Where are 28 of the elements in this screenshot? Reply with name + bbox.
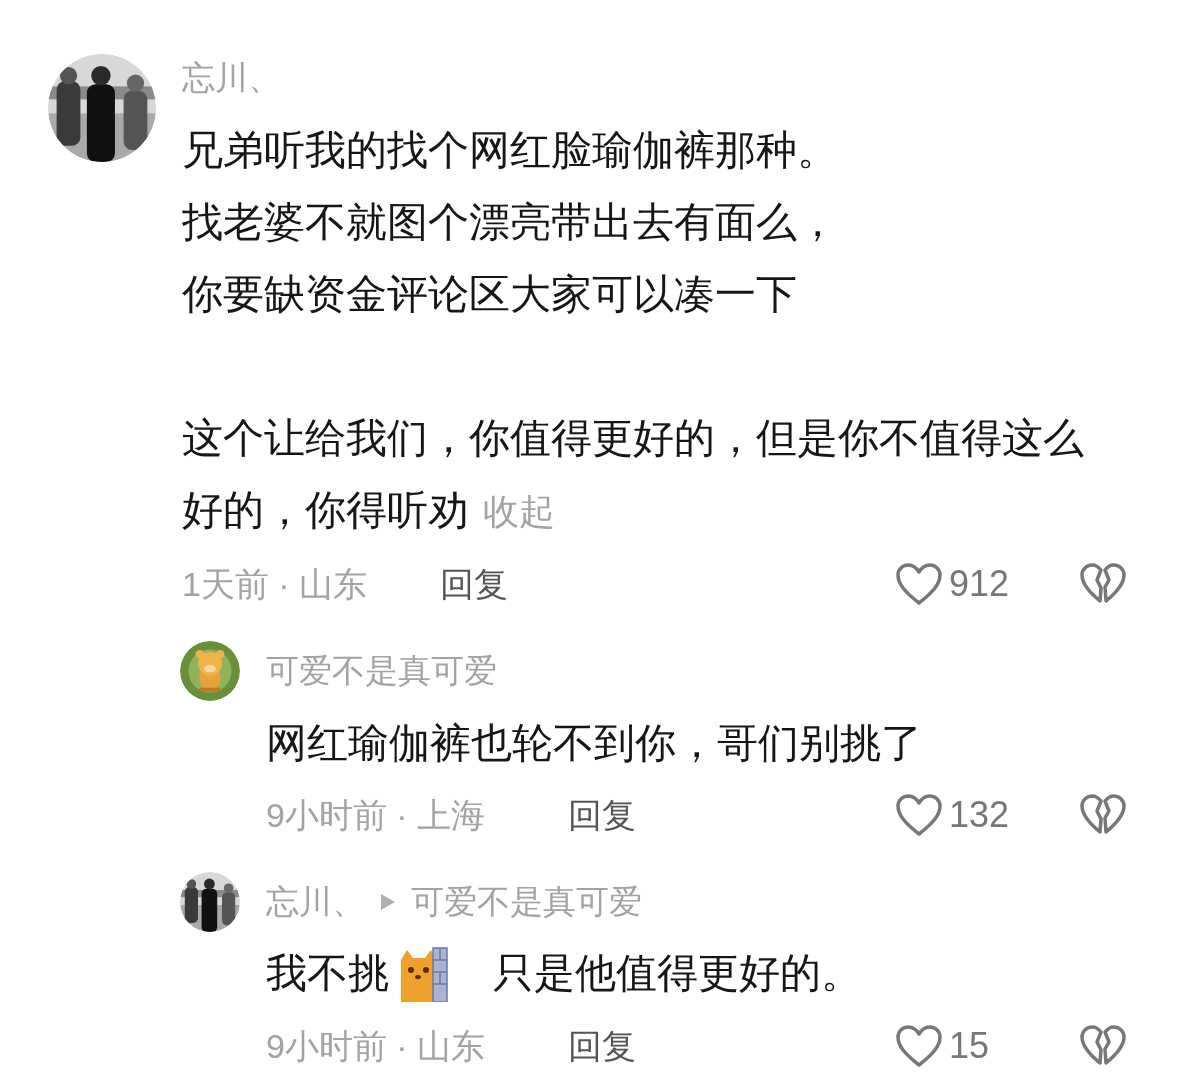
dislike-icon[interactable] (1079, 562, 1127, 606)
username[interactable]: 忘川、 (266, 877, 365, 927)
username[interactable]: 可爱不是真可爱 (266, 646, 497, 696)
comment-text: 我不挑 (266, 949, 389, 999)
like-count: 912 (949, 562, 1011, 606)
comment-text: 你要缺资金评论区大家可以凑一下 (182, 270, 798, 319)
collapse-link[interactable]: 收起 (483, 491, 555, 532)
comment-text: 网红瑜伽裤也轮不到你，哥们别挑了 (266, 719, 923, 768)
comment-text: 这个让给我们，你值得更好的，但是你不值得这么好的，你得听劝 收起 (182, 414, 1085, 535)
reply-button[interactable]: 回复 (568, 789, 636, 841)
comment-text: 只是他值得更好的。 (493, 949, 862, 999)
time-location: 1天前 · 山东 (182, 563, 369, 605)
reply-button[interactable]: 回复 (440, 558, 508, 610)
comment-text: 找老婆不就图个漂亮带出去有面么， (182, 198, 839, 247)
reply-to-username[interactable]: 可爱不是真可爱 (411, 877, 642, 927)
like-count: 15 (949, 1024, 991, 1068)
reply-arrow-icon (379, 892, 397, 912)
like-icon[interactable] (895, 562, 943, 606)
reply-button[interactable]: 回复 (568, 1020, 636, 1072)
time-location: 9小时前 · 山东 (266, 1025, 487, 1067)
dislike-icon[interactable] (1079, 793, 1127, 837)
like-icon[interactable] (895, 793, 943, 837)
time-location: 9小时前 · 上海 (266, 794, 487, 836)
like-icon[interactable] (895, 1024, 943, 1068)
dislike-icon[interactable] (1079, 1024, 1127, 1068)
username[interactable]: 忘川、 (182, 53, 281, 103)
comment-text: 兄弟听我的找个网红脸瑜伽裤那种。 (182, 126, 839, 175)
like-count: 132 (949, 793, 1011, 837)
